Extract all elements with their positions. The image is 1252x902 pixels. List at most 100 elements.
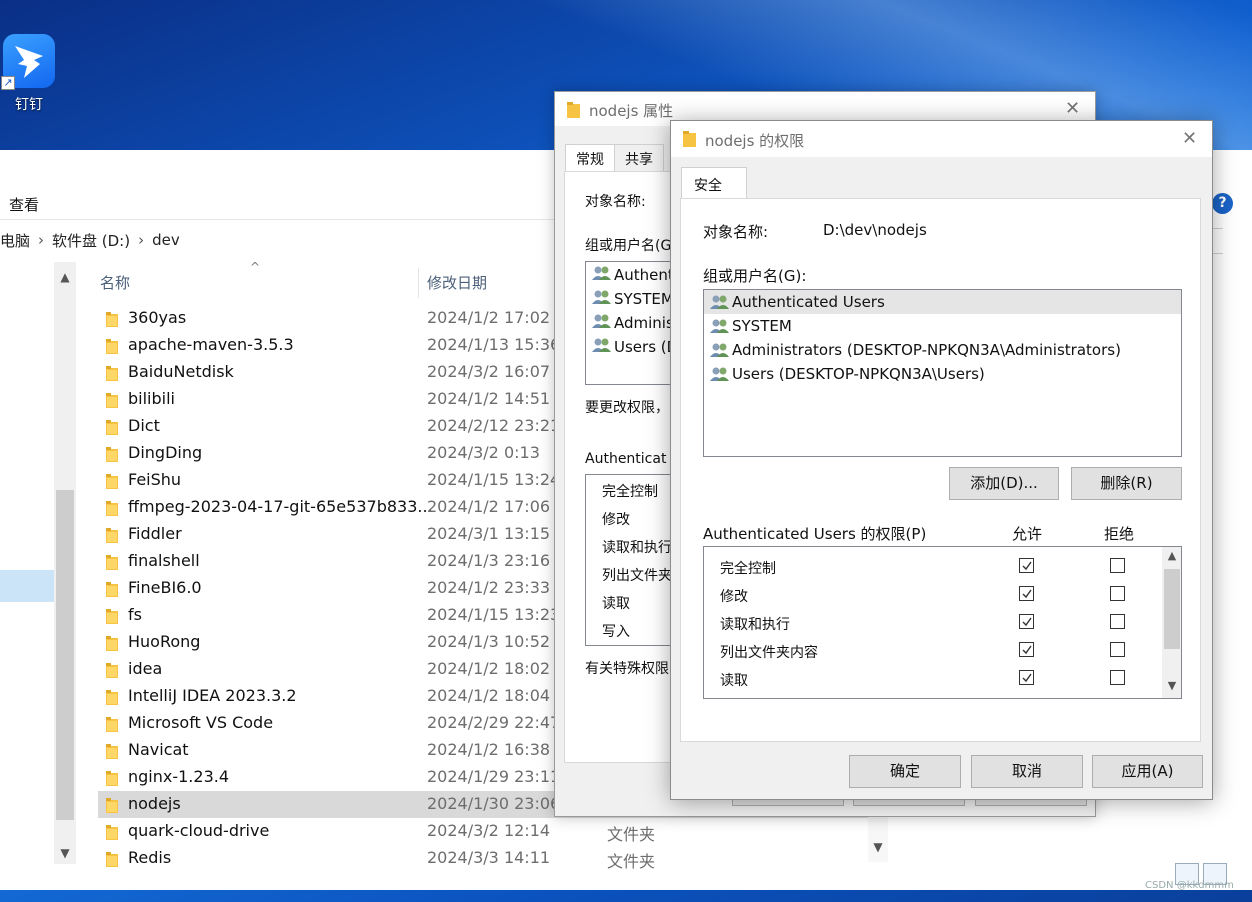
allow-checkbox[interactable] [1019, 586, 1034, 601]
tab-security[interactable]: 安全 [681, 167, 747, 199]
file-name: fs [128, 605, 142, 624]
folder-icon [106, 636, 118, 651]
scroll-up-icon[interactable]: ▲ [54, 266, 76, 288]
user-list-item[interactable]: Administrators (DESKTOP-NPKQN3A\Administ… [704, 338, 1181, 362]
column-header-name[interactable]: 名称 [100, 272, 130, 293]
user-name: Users (D [614, 338, 679, 356]
navigation-scrollbar[interactable]: ▲ ▼ [54, 262, 76, 864]
permission-name: 列出文件夹内容 [720, 645, 818, 661]
folder-icon [106, 663, 118, 678]
security-pane: 对象名称: D:\dev\nodejs 组或用户名(G): Authentica… [680, 198, 1201, 742]
tab-general[interactable]: 常规 [565, 144, 615, 172]
permission-row: 读取和执行 [704, 607, 1181, 635]
permissions-titlebar[interactable]: nodejs 的权限 ✕ [671, 121, 1212, 157]
user-list-item[interactable]: SYSTEM [704, 314, 1181, 338]
allow-checkbox[interactable] [1019, 614, 1034, 629]
file-name: BaiduNetdisk [128, 362, 234, 381]
help-icon[interactable]: ? [1212, 193, 1233, 214]
deny-checkbox[interactable] [1110, 558, 1125, 573]
scrollbar-thumb[interactable] [1164, 569, 1180, 649]
users-icon [592, 337, 612, 357]
permission-row: 修改 [704, 579, 1181, 607]
file-date: 2024/1/30 23:06 [427, 794, 561, 813]
user-list-item[interactable]: Authenticated Users [704, 290, 1181, 314]
object-name-label: 对象名称: [703, 223, 769, 241]
scroll-down-icon[interactable]: ▼ [868, 840, 888, 862]
folder-icon [106, 744, 118, 759]
column-divider[interactable] [418, 268, 419, 298]
navigation-selected-item[interactable] [0, 570, 54, 602]
file-date: 2024/1/2 18:04 [427, 686, 551, 705]
allow-checkbox[interactable] [1019, 670, 1034, 685]
group-label: 组或用户名(G): [703, 267, 807, 285]
properties-title: nodejs 属性 [589, 102, 674, 120]
allow-checkbox[interactable] [1019, 558, 1034, 573]
folder-icon [567, 102, 580, 118]
deny-checkbox[interactable] [1110, 614, 1125, 629]
scroll-down-icon[interactable]: ▼ [54, 842, 76, 864]
close-icon[interactable]: ✕ [1065, 98, 1080, 119]
deny-checkbox[interactable] [1110, 642, 1125, 657]
file-date: 2024/1/2 23:33 [427, 578, 551, 597]
shortcut-arrow-icon: ↗ [1, 76, 15, 90]
scrollbar-thumb[interactable] [56, 490, 74, 820]
file-date: 2024/3/2 12:14 [427, 821, 551, 840]
breadcrumb-chevron-icon[interactable]: › [38, 231, 44, 249]
desktop-shortcut-label: 钉钉 [15, 97, 43, 113]
user-name: SYSTEM [732, 317, 792, 335]
file-name: idea [128, 659, 163, 678]
file-name: nginx-1.23.4 [128, 767, 230, 786]
breadcrumb-item[interactable]: 软件盘 (D:) [52, 230, 130, 251]
file-date: 2024/3/3 14:11 [427, 848, 551, 867]
file-name: 360yas [128, 308, 187, 327]
allow-checkbox[interactable] [1019, 642, 1034, 657]
add-button[interactable]: 添加(D)... [949, 467, 1059, 500]
file-name: HuoRong [128, 632, 201, 651]
desktop-shortcut-dingding[interactable]: ↗ 钉钉 [1, 34, 56, 114]
file-name: Redis [128, 848, 172, 867]
desktop: ↗ 钉钉 查看 电脑 › 软件盘 (D:) › dev ▲ ▼ 名称 ^ 修改日… [0, 0, 1252, 902]
tab-sharing[interactable]: 共享 [614, 144, 664, 172]
users-icon [710, 342, 730, 358]
deny-checkbox[interactable] [1110, 670, 1125, 685]
breadcrumb-item[interactable]: 电脑 [0, 230, 30, 251]
file-row[interactable]: Redis 2024/3/3 14:11 文件夹 [98, 845, 878, 872]
remove-button[interactable]: 删除(R) [1071, 467, 1182, 500]
ribbon-tab-view[interactable]: 查看 [9, 194, 39, 215]
scroll-down-icon[interactable]: ▼ [1162, 679, 1181, 697]
file-name: apache-maven-3.5.3 [128, 335, 294, 354]
user-name: Users (DESKTOP-NPKQN3A\Users) [732, 365, 985, 383]
user-name: Administrators (DESKTOP-NPKQN3A\Administ… [732, 341, 1121, 359]
file-date: 2024/1/2 17:02 [427, 308, 551, 327]
file-date: 2024/2/12 23:21 [427, 416, 561, 435]
scroll-up-icon[interactable]: ▲ [1162, 549, 1181, 567]
column-header-date[interactable]: 修改日期 [427, 272, 487, 293]
file-name: finalshell [128, 551, 200, 570]
file-name: Fiddler [128, 524, 182, 543]
change-permission-text: 要更改权限， [585, 400, 669, 416]
permissions-dialog: nodejs 的权限 ✕ 安全 对象名称: D:\dev\nodejs 组或用户… [670, 120, 1213, 800]
user-name: Authent [614, 266, 674, 284]
file-type: 文件夹 [607, 825, 656, 844]
close-icon[interactable]: ✕ [1182, 128, 1197, 149]
permissions-scrollbar[interactable]: ▲ ▼ [1162, 547, 1181, 698]
file-row[interactable]: quark-cloud-drive 2024/3/2 12:14 文件夹 [98, 818, 878, 845]
folder-icon [106, 420, 118, 435]
user-list-item[interactable]: Users (DESKTOP-NPKQN3A\Users) [704, 362, 1181, 386]
file-date: 2024/1/2 17:06 [427, 497, 551, 516]
file-date: 2024/1/15 13:23 [427, 605, 561, 624]
permission-name: 修改 [720, 589, 748, 605]
breadcrumb-chevron-icon[interactable]: › [138, 231, 144, 249]
file-name: nodejs [128, 794, 181, 813]
ok-button[interactable]: 确定 [849, 755, 961, 788]
breadcrumb-item[interactable]: dev [152, 231, 180, 249]
apply-button[interactable]: 应用(A) [1092, 755, 1203, 788]
folder-icon [106, 312, 118, 327]
permissions-title: nodejs 的权限 [705, 132, 805, 150]
deny-checkbox[interactable] [1110, 586, 1125, 601]
permission-name: 读取和执行 [720, 617, 790, 633]
file-date: 2024/3/1 13:15 [427, 524, 551, 543]
cancel-button[interactable]: 取消 [971, 755, 1083, 788]
file-date: 2024/1/2 16:38 [427, 740, 551, 759]
file-name: FineBI6.0 [128, 578, 202, 597]
